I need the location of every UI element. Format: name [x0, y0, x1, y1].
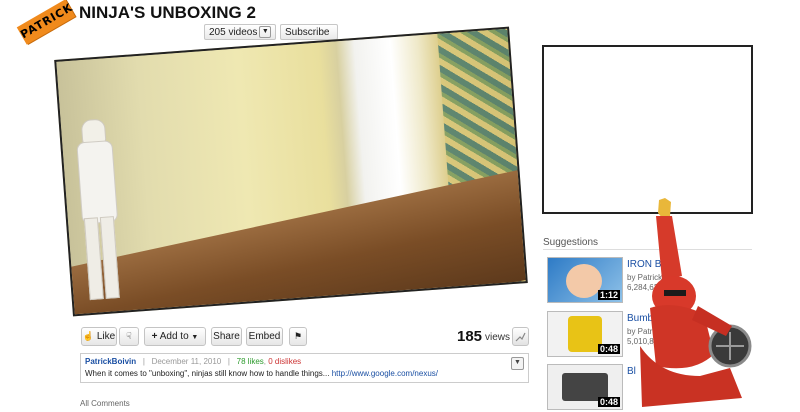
subscribe-label: Subscribe [285, 27, 330, 38]
add-to-button[interactable]: + Add to ▼ [144, 327, 206, 346]
video-info-box: PatrickBoivin | December 11, 2010 | 78 l… [80, 353, 529, 383]
chevron-down-icon: ▼ [191, 334, 199, 341]
subscribe-button[interactable]: Subscribe ▼ [280, 24, 338, 53]
like-button[interactable]: ☝ Like [81, 327, 117, 346]
stats-button[interactable] [512, 327, 529, 346]
thumbs-up-icon: ☝ [82, 331, 95, 341]
video-player[interactable] [54, 26, 528, 317]
stats-chart-icon [515, 332, 526, 342]
channel-tag: PATRICK [16, 0, 75, 45]
embed-button[interactable]: Embed [246, 327, 283, 346]
uploader-link[interactable]: PatrickBoivin [85, 357, 136, 366]
add-to-label: Add to [159, 331, 189, 342]
separator: | [227, 357, 230, 366]
plus-icon: + [151, 331, 158, 342]
page-title: NINJA'S UNBOXING 2 [79, 3, 256, 22]
separator: | [142, 357, 145, 366]
chevron-down-icon: ▼ [259, 26, 272, 39]
info-meta-row: PatrickBoivin | December 11, 2010 | 78 l… [85, 357, 302, 366]
embed-label: Embed [248, 331, 281, 342]
share-button[interactable]: Share [211, 327, 242, 346]
description: When it comes to "unboxing", ninjas stil… [85, 369, 438, 378]
suggestions-heading: Suggestions [543, 237, 599, 248]
thumbs-down-icon: ☟ [126, 331, 132, 341]
share-label: Share [213, 331, 240, 342]
red-ninja-figure [640, 198, 752, 407]
flag-icon: ⚑ [293, 331, 303, 341]
baby-face-icon [566, 264, 602, 298]
views-count: 185 [457, 328, 483, 345]
expand-icon[interactable]: ▼ [511, 357, 524, 370]
like-label: Like [96, 331, 116, 342]
likes-count: 78 likes [236, 357, 264, 366]
videos-count-button[interactable]: 205 videos ▼ [204, 24, 277, 40]
description-text: When it comes to "unboxing", ninjas stil… [85, 369, 330, 378]
dislikes-count: 0 dislikes [268, 357, 302, 366]
upload-date: December 11, 2010 [151, 357, 222, 366]
flag-button[interactable]: ⚑ [289, 327, 307, 346]
ad-box[interactable] [542, 45, 753, 214]
views-label: views [485, 332, 511, 343]
videos-count-label: 205 videos [209, 27, 258, 38]
description-link[interactable]: http://www.google.com/nexus/ [332, 369, 438, 378]
robot-toy-icon [568, 316, 602, 352]
dislike-button[interactable]: ☟ [119, 327, 139, 346]
